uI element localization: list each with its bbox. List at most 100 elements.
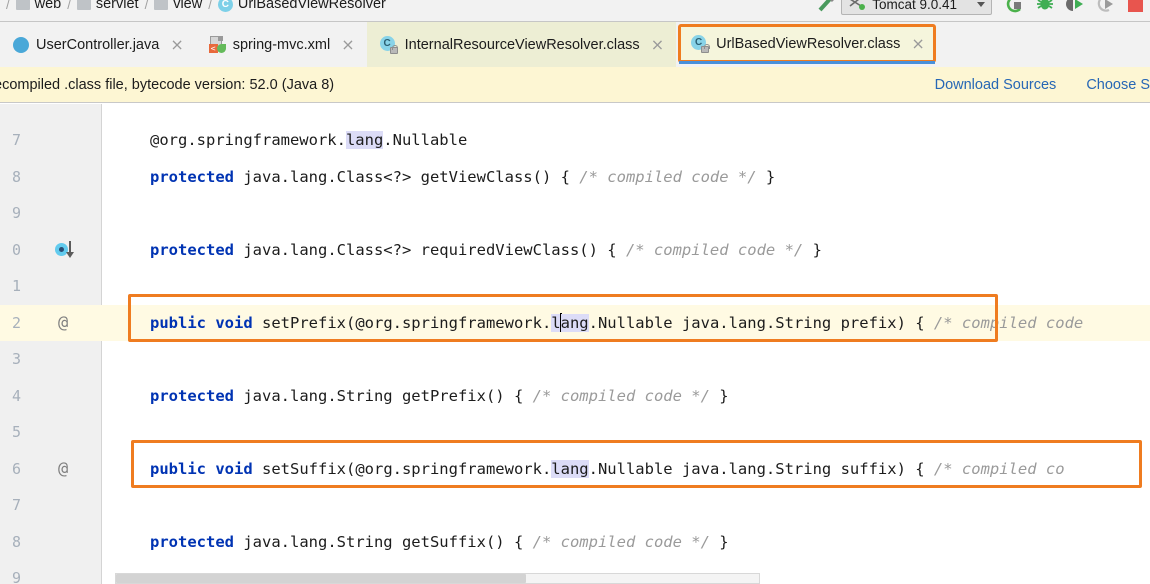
code-text[interactable]: public void setSuffix(@org.springframewo… (150, 451, 1065, 488)
tab-label: InternalResourceViewResolver.class (404, 36, 640, 53)
breadcrumb-label: web (34, 0, 62, 12)
code-lines[interactable]: 7 @org.springframework.lang.Nullable 8 prot… (0, 104, 1150, 584)
line-number: 7 (11, 131, 21, 149)
code-line[interactable]: 8 protected java.lang.Class<?> getViewCla… (0, 159, 1150, 196)
horizontal-scrollbar[interactable] (115, 573, 760, 584)
code-token: java.lang.Class<?> requiredViewClass() { (234, 240, 626, 259)
close-icon[interactable]: × (651, 36, 664, 53)
code-text[interactable]: @org.springframework.lang.Nullable (150, 122, 467, 159)
package-icon (15, 0, 30, 10)
keyword-token: void (215, 313, 253, 332)
rerun-icon (1097, 0, 1113, 12)
keyword-token: void (215, 459, 253, 478)
class-icon: C (217, 0, 233, 12)
tab-internal-resource-view-resolver-class[interactable]: C InternalResourceViewResolver.class × (366, 22, 677, 67)
breadcrumb-label: UrlBasedViewResolver (237, 0, 386, 12)
banner-message: ecompiled .class file, bytecode version:… (0, 76, 335, 93)
run-button[interactable] (1000, 0, 1030, 16)
line-number: 2 (11, 313, 21, 332)
ide-window: / web / servlet / view / C UrlBasedViewR… (0, 0, 1150, 584)
breadcrumb-item-class[interactable]: C UrlBasedViewResolver (217, 0, 386, 12)
comment-token: /* compiled code (933, 313, 1084, 332)
tab-label: UrlBasedViewResolver.class (716, 35, 901, 52)
run-dashboard-button[interactable] (1060, 0, 1090, 16)
run-configuration-selector[interactable]: Tomcat 9.0.41 (841, 0, 992, 15)
code-line[interactable]: 9 (0, 195, 1150, 232)
code-line[interactable]: 1 (0, 268, 1150, 305)
breadcrumb-separator: / (144, 0, 149, 12)
code-text[interactable]: protected java.lang.String getPrefix() {… (150, 378, 729, 415)
code-token: } (709, 386, 729, 405)
code-line[interactable]: 7 (0, 487, 1150, 524)
keyword-token: protected (150, 532, 234, 551)
code-token: } (803, 240, 822, 259)
line-number: 9 (11, 569, 21, 584)
code-line[interactable]: 3 (0, 341, 1150, 378)
build-hammer-icon (818, 0, 835, 12)
code-text[interactable]: protected java.lang.String getSuffix() {… (150, 524, 729, 561)
code-token: .Nullable (383, 131, 468, 149)
code-token: } (709, 532, 729, 551)
code-editor[interactable]: 7 @org.springframework.lang.Nullable 8 prot… (0, 104, 1150, 584)
code-token: java.lang.String getPrefix() { (234, 386, 533, 405)
annotation-gutter-marker[interactable]: @ (58, 451, 68, 488)
choose-sources-link[interactable]: Choose S (1086, 77, 1150, 93)
code-text[interactable]: public void setPrefix(@org.springframewo… (150, 305, 1083, 342)
class-file-icon: C (379, 35, 399, 54)
close-icon[interactable]: × (170, 36, 183, 53)
line-number: 8 (11, 532, 21, 551)
breadcrumb-separator: / (208, 0, 212, 12)
decompiled-class-banner: ecompiled .class file, bytecode version:… (0, 67, 1150, 103)
download-sources-link[interactable]: Download Sources (935, 77, 1057, 93)
run-dashboard-icon (1066, 0, 1083, 11)
line-number: 5 (11, 423, 21, 441)
overriding-method-icon[interactable] (55, 240, 81, 259)
horizontal-scrollbar-thumb[interactable] (116, 574, 526, 583)
code-line[interactable]: 0 protected java.lang.Class<?> requiredVi… (0, 232, 1150, 269)
debug-icon (1037, 0, 1053, 10)
breadcrumb-item-servlet[interactable]: servlet (76, 0, 139, 12)
code-line[interactable]: 6 @ public void setSuffix(@org.springframe… (0, 451, 1150, 488)
code-line[interactable]: 2 @ public void setPrefix(@org.springframe… (0, 305, 1150, 342)
code-line[interactable]: 4 protected java.lang.String getPrefix() … (0, 378, 1150, 415)
breadcrumb-item-web[interactable]: web (15, 0, 62, 12)
breadcrumb-item-view[interactable]: view (154, 0, 202, 12)
breadcrumb-label: servlet (95, 0, 139, 12)
breadcrumb: / web / servlet / view / C UrlBasedViewR… (0, 0, 386, 17)
stop-button[interactable] (1120, 0, 1150, 16)
chevron-down-icon[interactable] (977, 1, 985, 7)
comment-token: /* compiled code */ (579, 167, 757, 186)
run-icon (1006, 0, 1021, 13)
tab-user-controller-java[interactable]: UserController.java × (0, 22, 196, 67)
line-number: 4 (11, 386, 21, 405)
tab-url-based-view-resolver-class[interactable]: C UrlBasedViewResolver.class × (678, 24, 936, 64)
tab-label: spring-mvc.xml (232, 36, 331, 53)
tab-spring-mvc-xml[interactable]: < spring-mvc.xml × (195, 22, 367, 67)
highlighted-identifier: lang (551, 459, 589, 478)
keyword-token: protected (150, 240, 234, 259)
debug-button[interactable] (1030, 0, 1060, 16)
code-token: java.lang.Class<?> getViewClass() { (234, 167, 580, 186)
line-number: 8 (11, 167, 21, 186)
code-token: setSuffix(@org.springframework. (252, 459, 552, 478)
close-icon[interactable]: × (341, 36, 354, 53)
package-icon (154, 0, 169, 10)
keyword-token: protected (150, 386, 234, 405)
rerun-button[interactable] (1090, 0, 1120, 16)
line-number: 3 (11, 350, 21, 368)
close-icon[interactable]: × (911, 35, 924, 52)
annotation-gutter-marker[interactable]: @ (58, 305, 68, 342)
xml-file-icon: < (208, 36, 226, 53)
code-text[interactable]: protected java.lang.Class<?> requiredVie… (150, 232, 822, 269)
comment-token: /* compiled code */ (532, 386, 710, 405)
tab-label: UserController.java (36, 36, 160, 53)
code-text[interactable]: protected java.lang.Class<?> getViewClas… (150, 159, 775, 196)
build-hammer-button[interactable] (811, 0, 841, 16)
code-line[interactable]: 8 protected java.lang.String getSuffix() … (0, 524, 1150, 561)
code-token: setPrefix(@org.springframework. (252, 313, 552, 332)
code-line[interactable]: 7 @org.springframework.lang.Nullable (0, 122, 1150, 159)
highlighted-identifier: ang (560, 313, 589, 332)
code-line[interactable]: 5 (0, 414, 1150, 451)
highlighted-identifier: lang (345, 131, 384, 149)
line-number: 0 (11, 240, 21, 259)
